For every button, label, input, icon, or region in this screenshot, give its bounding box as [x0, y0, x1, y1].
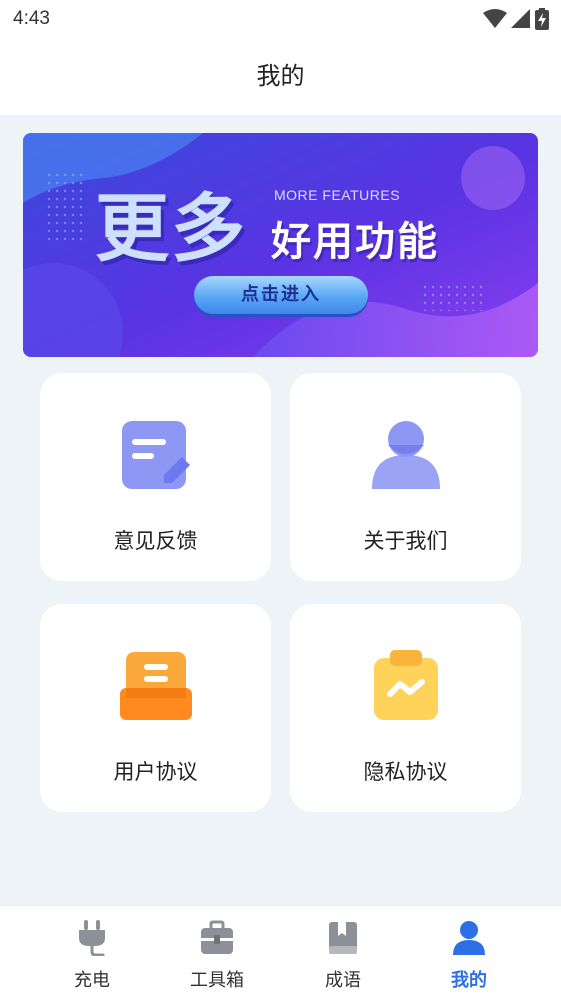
user-profile-icon	[372, 421, 440, 489]
feedback-card[interactable]: 意见反馈	[40, 373, 271, 581]
tab-toolbox[interactable]: 工具箱	[162, 906, 272, 999]
status-bar: 4:43	[0, 0, 561, 38]
tab-mine[interactable]: 我的	[414, 906, 524, 999]
wifi-icon	[483, 9, 507, 28]
tab-mine-label: 我的	[451, 970, 487, 991]
user-agreement-card[interactable]: 用户协议	[40, 604, 271, 812]
tab-charging[interactable]: 充电	[37, 906, 147, 999]
app-header: 我的	[0, 38, 561, 115]
tab-toolbox-label: 工具箱	[190, 970, 244, 991]
banner-english-caption: MORE FEATURES	[274, 187, 401, 203]
page-title: 我的	[256, 62, 305, 90]
bottom-tab-bar: 充电 工具箱 成语 我的	[0, 905, 561, 999]
book-icon	[329, 922, 357, 954]
tab-idioms[interactable]: 成语	[288, 906, 398, 999]
plug-icon	[79, 920, 105, 956]
status-time: 4:43	[13, 8, 50, 29]
banner-headline: 更多	[95, 186, 247, 272]
tab-idioms-label: 成语	[325, 970, 361, 991]
more-features-banner[interactable]: 更多 MORE FEATURES 好用功能 点击进入	[23, 133, 538, 357]
privacy-policy-label: 隐私协议	[363, 760, 448, 784]
privacy-policy-card[interactable]: 隐私协议	[290, 604, 521, 812]
document-box-icon	[120, 652, 192, 720]
about-us-card[interactable]: 关于我们	[290, 373, 521, 581]
tab-charging-label: 充电	[74, 970, 110, 991]
toolbox-icon	[201, 920, 233, 954]
feedback-label: 意见反馈	[113, 529, 198, 553]
about-us-label: 关于我们	[363, 529, 448, 553]
enter-button[interactable]: 点击进入	[194, 276, 368, 314]
clipboard-icon	[374, 650, 438, 720]
person-icon	[453, 921, 485, 955]
user-agreement-label: 用户协议	[113, 760, 198, 784]
cellular-signal-icon	[511, 9, 530, 28]
banner-subtitle: 好用功能	[271, 219, 439, 265]
status-icons	[483, 8, 549, 30]
battery-charging-icon	[535, 8, 549, 30]
feedback-icon	[122, 421, 190, 489]
